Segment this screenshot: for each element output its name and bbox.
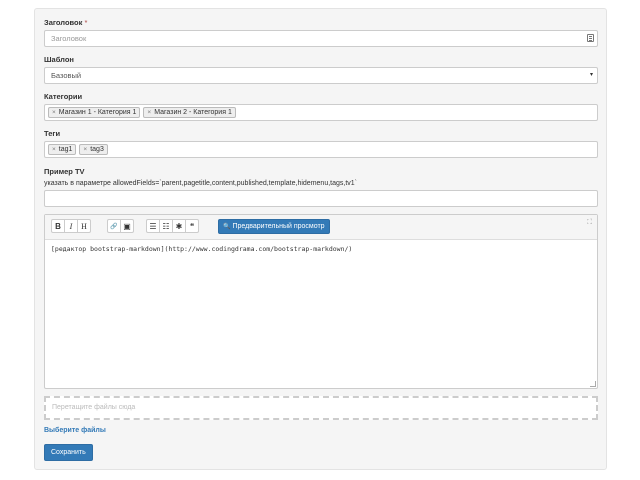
tag-chip[interactable]: × tag1 bbox=[48, 144, 77, 155]
choose-files-link[interactable]: Выберите файлы bbox=[44, 427, 106, 434]
title-placeholder: Заголовок bbox=[51, 34, 87, 43]
category-tag-label: Магазин 2 - Категория 1 bbox=[154, 109, 232, 116]
chevron-down-icon: ▾ bbox=[589, 72, 593, 78]
block-group: ☰ ☷ ✱ ❝ bbox=[146, 219, 199, 233]
template-label: Шаблон bbox=[44, 55, 74, 64]
required-mark: * bbox=[84, 18, 88, 27]
tag-chip[interactable]: × tag3 bbox=[79, 144, 108, 155]
template-select[interactable]: Базовый ▾ bbox=[44, 67, 598, 84]
markdown-editor: B I H 🔗 ▣ ☰ ☷ ✱ ❝ 🔍 Предварительный прос… bbox=[44, 214, 598, 389]
preview-button[interactable]: 🔍 Предварительный просмотр bbox=[218, 219, 330, 234]
code-button[interactable]: ✱ bbox=[172, 219, 186, 233]
categories-label: Категории bbox=[44, 92, 83, 101]
editor-content[interactable]: [редактор bootstrap-markdown](http://www… bbox=[51, 245, 352, 253]
tags-label: Теги bbox=[44, 129, 61, 138]
tag-chip-label: tag1 bbox=[58, 146, 73, 153]
remove-icon[interactable]: × bbox=[83, 146, 87, 153]
link-icon: 🔗 bbox=[110, 223, 118, 230]
asterisk-icon: ✱ bbox=[175, 221, 183, 231]
tags-input[interactable]: × tag1 × tag3 bbox=[44, 141, 598, 158]
unordered-list-button[interactable]: ☰ bbox=[146, 219, 160, 233]
category-tag[interactable]: × Магазин 1 - Категория 1 bbox=[48, 107, 141, 118]
image-button[interactable]: ▣ bbox=[120, 219, 134, 233]
save-button[interactable]: Сохранить bbox=[44, 444, 93, 461]
quote-button[interactable]: ❝ bbox=[185, 219, 199, 233]
preview-button-label: Предварительный просмотр bbox=[232, 223, 325, 230]
keyboard-icon[interactable] bbox=[587, 34, 594, 42]
list-ul-icon: ☰ bbox=[149, 221, 157, 231]
ordered-list-button[interactable]: ☷ bbox=[159, 219, 173, 233]
remove-icon[interactable]: × bbox=[52, 109, 56, 116]
tv-hint: указать в параметре allowedFields=`paren… bbox=[44, 180, 358, 187]
title-label-row: Заголовок * bbox=[44, 18, 87, 27]
title-input[interactable]: Заголовок bbox=[44, 30, 598, 47]
remove-icon[interactable]: × bbox=[52, 146, 56, 153]
italic-button[interactable]: I bbox=[64, 219, 78, 233]
editor-toolbar: B I H 🔗 ▣ ☰ ☷ ✱ ❝ 🔍 Предварительный прос… bbox=[45, 215, 597, 240]
template-value: Базовый bbox=[51, 71, 82, 80]
heading-button[interactable]: H bbox=[77, 219, 91, 233]
image-icon: ▣ bbox=[123, 221, 131, 231]
format-group: B I H bbox=[51, 219, 91, 233]
insert-group: 🔗 ▣ bbox=[107, 219, 134, 233]
tv-input[interactable] bbox=[44, 190, 598, 207]
search-icon: 🔍 bbox=[223, 224, 231, 230]
file-dropzone[interactable]: Перетащите файлы сюда bbox=[44, 396, 598, 420]
tag-chip-label: tag3 bbox=[90, 146, 104, 153]
fullscreen-icon[interactable]: ⛶ bbox=[587, 219, 592, 227]
bold-button[interactable]: B bbox=[51, 219, 65, 233]
tv-label: Пример TV bbox=[44, 167, 85, 176]
list-ol-icon: ☷ bbox=[162, 221, 170, 231]
comment-icon: ❝ bbox=[189, 221, 195, 231]
category-tag[interactable]: × Магазин 2 - Категория 1 bbox=[143, 107, 236, 118]
category-tag-label: Магазин 1 - Категория 1 bbox=[58, 109, 137, 116]
link-button[interactable]: 🔗 bbox=[107, 219, 121, 233]
categories-input[interactable]: × Магазин 1 - Категория 1 × Магазин 2 - … bbox=[44, 104, 598, 121]
title-label: Заголовок bbox=[44, 18, 83, 27]
resize-handle-icon[interactable] bbox=[590, 381, 596, 387]
remove-icon[interactable]: × bbox=[147, 109, 151, 116]
form-panel: Заголовок * Заголовок Шаблон Базовый ▾ К… bbox=[34, 8, 607, 470]
